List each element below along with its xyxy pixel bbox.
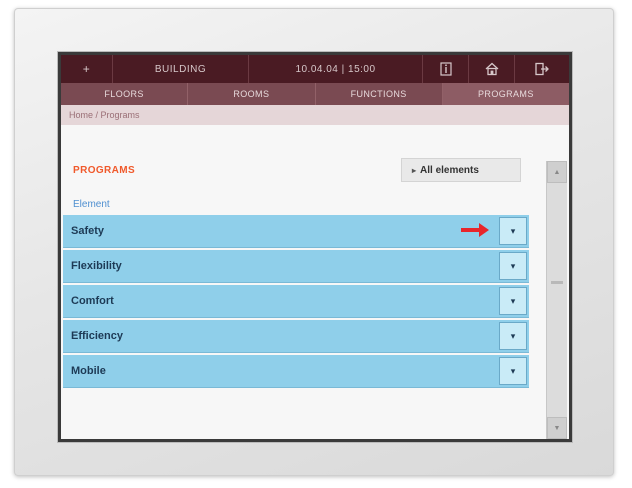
column-header-element: Element: [73, 199, 110, 210]
filter-dropdown[interactable]: ▸ All elements: [401, 158, 521, 182]
logout-button[interactable]: [515, 55, 569, 83]
tab-floors[interactable]: FLOORS: [61, 83, 189, 105]
list-item-label: Flexibility: [71, 260, 122, 272]
main-tabs: FLOORS ROOMS FUNCTIONS PROGRAMS: [61, 83, 569, 105]
device-frame: + BUILDING 10.04.04 | 15:00 FLOORS ROOMS…: [14, 8, 614, 476]
expand-button[interactable]: ▾: [499, 287, 527, 315]
list-item[interactable]: Flexibility ▾: [63, 250, 529, 283]
chevron-down-icon: ▾: [510, 365, 516, 376]
top-bar: + BUILDING 10.04.04 | 15:00: [61, 55, 569, 83]
list-item-label: Comfort: [71, 295, 114, 307]
filter-label: All elements: [420, 164, 479, 176]
tab-functions[interactable]: FUNCTIONS: [316, 83, 443, 105]
expand-button[interactable]: ▾: [499, 322, 527, 350]
tab-programs[interactable]: PROGRAMS: [442, 83, 569, 105]
pointer-arrow-icon: [461, 223, 489, 237]
home-button[interactable]: [469, 55, 515, 83]
scroll-down-button[interactable]: ▼: [547, 417, 567, 439]
content-area: PROGRAMS ▸ All elements Element Safety ▾…: [61, 125, 569, 439]
scroll-up-button[interactable]: ▲: [547, 161, 567, 183]
program-list: Safety ▾ Flexibility ▾ Comfort ▾ Efficie…: [63, 215, 529, 390]
chevron-up-icon: ▲: [553, 168, 561, 176]
plus-icon: +: [82, 62, 91, 76]
info-button[interactable]: [423, 55, 469, 83]
chevron-down-icon: ▾: [510, 295, 516, 306]
chevron-down-icon: ▾: [510, 225, 516, 236]
tab-rooms[interactable]: ROOMS: [188, 83, 316, 105]
chevron-down-icon: ▾: [510, 260, 516, 271]
list-item[interactable]: Comfort ▾: [63, 285, 529, 318]
expand-button[interactable]: ▾: [499, 252, 527, 280]
list-item[interactable]: Efficiency ▾: [63, 320, 529, 353]
chevron-down-icon: ▾: [510, 330, 516, 341]
list-item-label: Efficiency: [71, 330, 123, 342]
expand-button[interactable]: ▾: [499, 217, 527, 245]
datetime-display: 10.04.04 | 15:00: [249, 55, 423, 83]
expand-button[interactable]: ▾: [499, 357, 527, 385]
section-title: PROGRAMS: [73, 165, 136, 176]
screen: + BUILDING 10.04.04 | 15:00 FLOORS ROOMS…: [61, 55, 569, 439]
list-item[interactable]: Mobile ▾: [63, 355, 529, 388]
logout-icon: [535, 62, 549, 76]
building-title[interactable]: BUILDING: [113, 55, 249, 83]
info-icon: [439, 62, 452, 76]
list-item-label: Safety: [71, 225, 105, 237]
screen-bezel: + BUILDING 10.04.04 | 15:00 FLOORS ROOMS…: [58, 52, 572, 442]
home-icon: [485, 62, 498, 76]
scroll-thumb[interactable]: [551, 281, 563, 284]
list-item-label: Mobile: [71, 365, 106, 377]
triangle-right-icon: ▸: [412, 165, 417, 175]
breadcrumb[interactable]: Home / Programs: [61, 105, 569, 125]
menu-button[interactable]: +: [61, 55, 113, 83]
chevron-down-icon: ▼: [553, 424, 561, 432]
vertical-scrollbar[interactable]: ▲ ▼: [546, 161, 567, 439]
